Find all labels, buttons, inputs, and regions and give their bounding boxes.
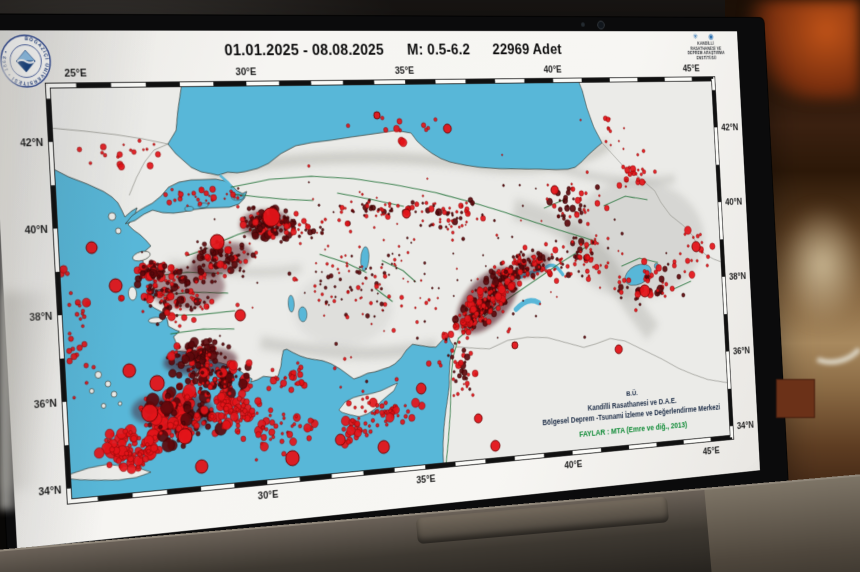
svg-text:45°E: 45°E bbox=[703, 445, 720, 457]
svg-text:40°N: 40°N bbox=[725, 197, 743, 208]
svg-text:35°E: 35°E bbox=[416, 473, 436, 486]
screen-content: 25°E 30°E 35°E 40°E 45°E 30°E 35°E 40°E 45°E 42°N… bbox=[0, 30, 760, 549]
svg-text:40°N: 40°N bbox=[24, 224, 48, 237]
svg-text:30°E: 30°E bbox=[258, 489, 279, 503]
kandilli-text-line: ENSTİTÜSÜ bbox=[696, 55, 717, 61]
title-event-count: 22969 Adet bbox=[491, 40, 563, 58]
svg-text:36°N: 36°N bbox=[33, 397, 57, 411]
kandilli-emblem-icons: ✳ ◉ bbox=[692, 32, 719, 41]
background-wood-block bbox=[776, 379, 815, 418]
svg-text:42°N: 42°N bbox=[20, 137, 44, 150]
bogazici-university-logo: BOĞAZİÇİ ÜNİVERSİTESİ • 1863 • bbox=[0, 34, 52, 89]
svg-text:40°E: 40°E bbox=[564, 459, 582, 472]
kandilli-observatory-logo: ✳ ◉ KANDİLLİ RASATHANESİ VE DEPREM ARAŞT… bbox=[674, 32, 737, 61]
webcam-icon bbox=[597, 20, 605, 30]
title-magnitude-range: M: 0.5-6.2 bbox=[406, 40, 471, 59]
svg-text:38°N: 38°N bbox=[729, 271, 747, 282]
webcam-led-icon bbox=[580, 22, 585, 27]
svg-text:45°E: 45°E bbox=[683, 63, 700, 74]
laptop-screen: 25°E 30°E 35°E 40°E 45°E 30°E 35°E 40°E 45°E 42°N… bbox=[0, 14, 789, 570]
svg-text:40°E: 40°E bbox=[543, 64, 562, 75]
svg-text:42°N: 42°N bbox=[721, 123, 739, 134]
map-title: 01.01.2025 - 08.08.2025 M: 0.5-6.2 22969… bbox=[29, 41, 718, 61]
svg-text:34°N: 34°N bbox=[737, 420, 755, 432]
seismicity-map: 25°E 30°E 35°E 40°E 45°E 30°E 35°E 40°E 45°E 42°N… bbox=[20, 63, 755, 548]
svg-text:36°N: 36°N bbox=[733, 345, 751, 357]
svg-text:25°E: 25°E bbox=[64, 67, 87, 79]
photo-scene: 25°E 30°E 35°E 40°E 45°E 30°E 35°E 40°E 45°E 42°N… bbox=[0, 0, 860, 572]
svg-text:38°N: 38°N bbox=[29, 311, 53, 324]
svg-text:35°E: 35°E bbox=[395, 65, 415, 76]
svg-text:30°E: 30°E bbox=[235, 66, 256, 78]
title-date-range: 01.01.2025 - 08.08.2025 bbox=[223, 40, 385, 60]
svg-text:34°N: 34°N bbox=[38, 484, 62, 498]
